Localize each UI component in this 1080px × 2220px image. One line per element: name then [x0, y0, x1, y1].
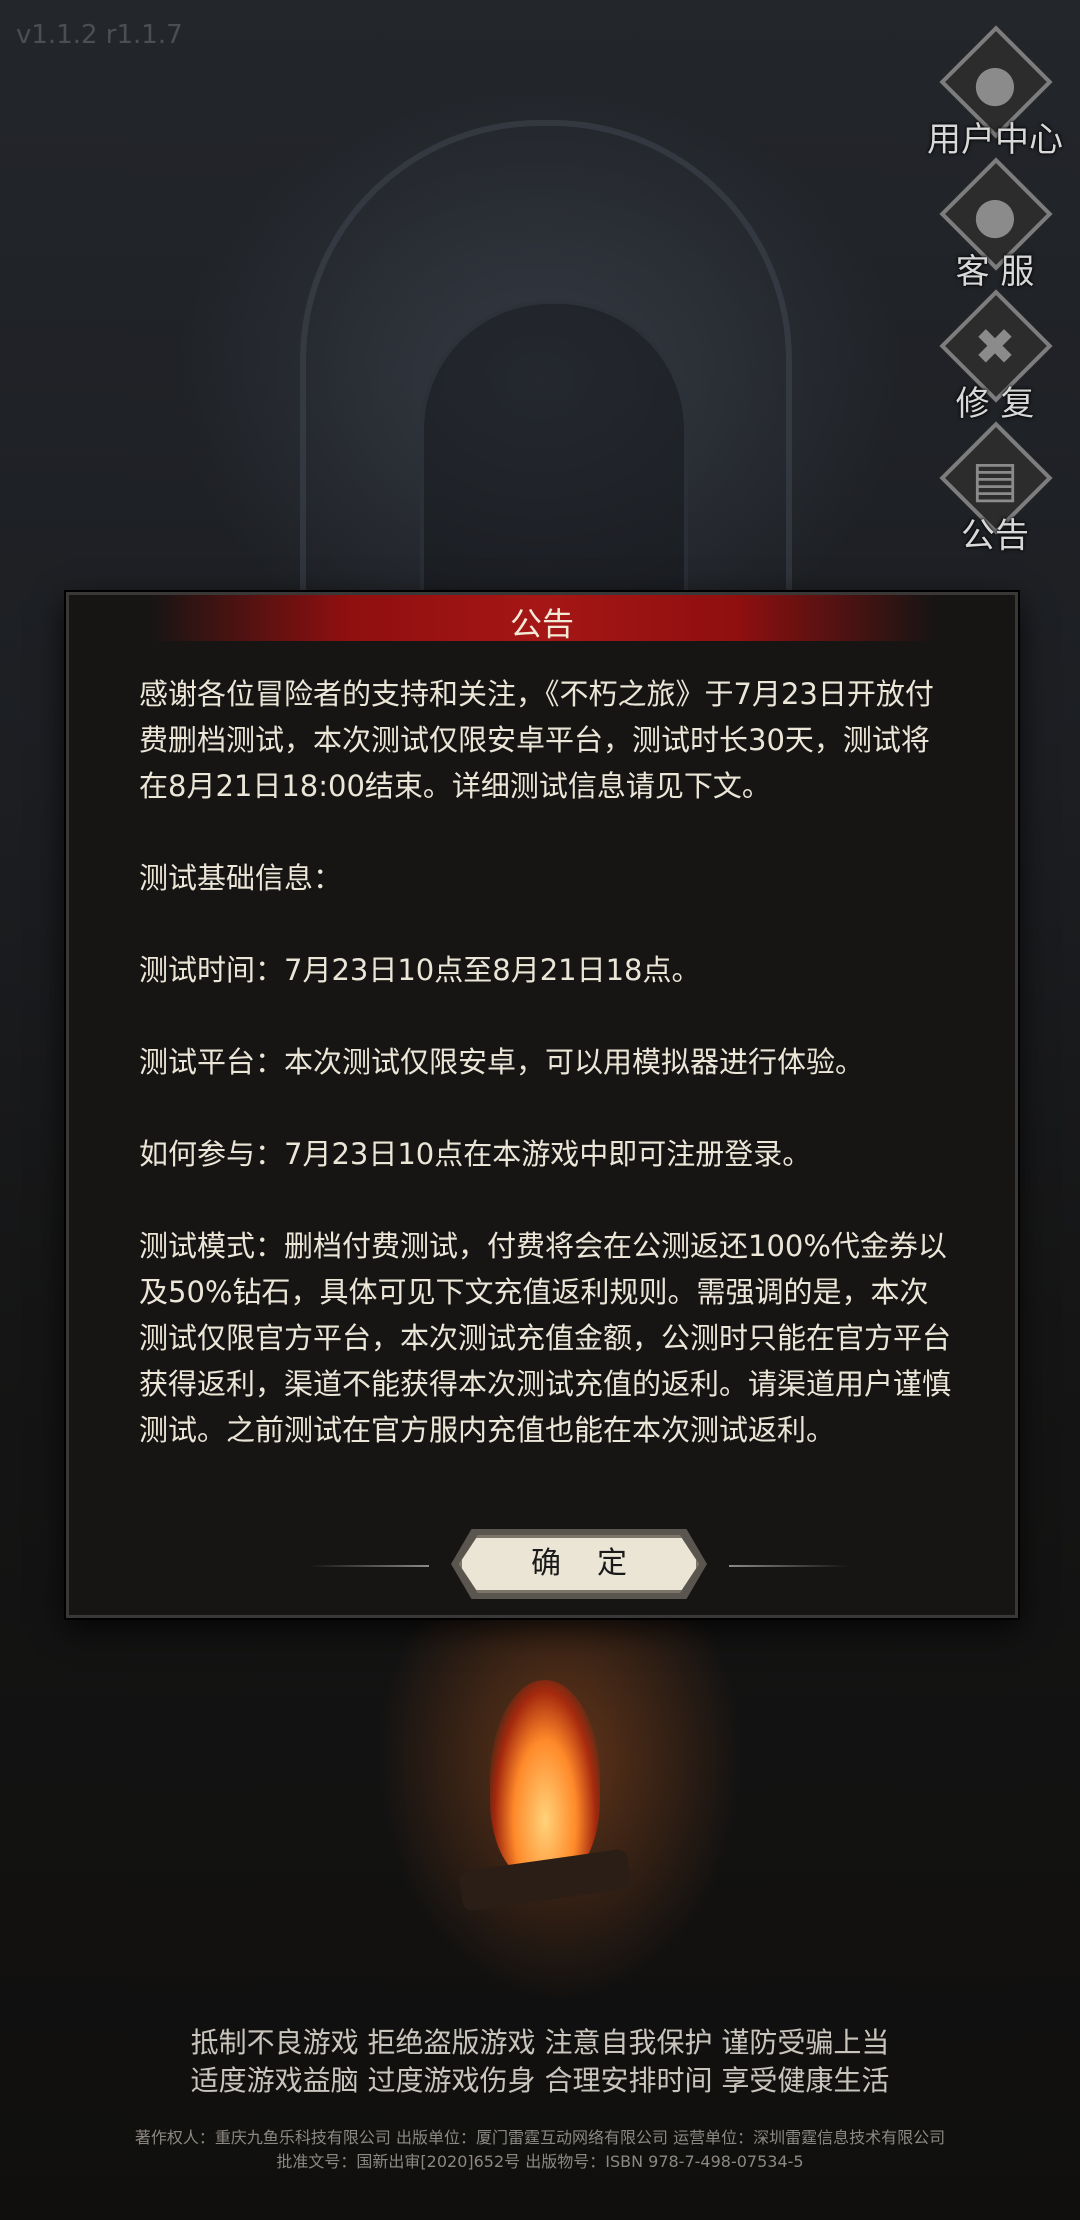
health-notice-line-2: 适度游戏益脑 过度游戏伤身 合理安排时间 享受健康生活 [190, 2064, 890, 2097]
user-center-button[interactable]: ● 用户中心 [920, 25, 1070, 160]
campfire-flame [490, 1680, 600, 1880]
health-notice: 抵制不良游戏 拒绝盗版游戏 注意自我保护 谨防受骗上当 适度游戏益脑 过度游戏伤… [0, 2024, 1080, 2100]
background-doorway [420, 300, 688, 604]
confirm-divider-right [729, 1565, 849, 1567]
announcement-dialog: 公告 感谢各位冒险者的支持和关注，《不朽之旅》于7月23日开放付费删档测试，本次… [66, 592, 1018, 1618]
announcement-intro: 感谢各位冒险者的支持和关注，《不朽之旅》于7月23日开放付费删档测试，本次测试仅… [139, 677, 934, 803]
credits-line-2: 批准文号：国新出审[2020]652号 出版物号：ISBN 978-7-498-… [276, 2152, 804, 2171]
announcement-test-time: 测试时间：7月23日10点至8月21日18点。 [139, 953, 701, 987]
side-menu: ● 用户中心 ● 客 服 ✖ 修 复 ▤ 公告 [920, 25, 1070, 556]
notice-icon: ▤ [971, 450, 1019, 508]
announcement-test-platform: 测试平台：本次测试仅限安卓，可以用模拟器进行体验。 [139, 1045, 865, 1079]
user-center-label: 用户中心 [927, 120, 1063, 160]
notice-button[interactable]: ▤ 公告 [920, 421, 1070, 556]
publishing-credits: 著作权人：重庆九鱼乐科技有限公司 出版单位：厦门雷霆互动网络有限公司 运营单位：… [0, 2126, 1080, 2174]
customer-service-icon: ● [973, 186, 1017, 244]
announcement-section-title: 测试基础信息： [139, 861, 343, 895]
customer-service-button[interactable]: ● 客 服 [920, 157, 1070, 292]
confirm-button[interactable]: 确定 [459, 1535, 699, 1593]
confirm-divider-left [309, 1565, 429, 1567]
dialog-header: 公告 [149, 595, 935, 643]
announcement-test-mode: 测试模式：删档付费测试，付费将会在公测返还100%代金券以及50%钻石，具体可见… [139, 1229, 952, 1447]
confirm-row: 确定 [309, 1529, 849, 1599]
announcement-content: 感谢各位冒险者的支持和关注，《不朽之旅》于7月23日开放付费删档测试，本次测试仅… [139, 671, 951, 1453]
repair-button[interactable]: ✖ 修 复 [920, 289, 1070, 424]
health-notice-line-1: 抵制不良游戏 拒绝盗版游戏 注意自我保护 谨防受骗上当 [190, 2026, 890, 2059]
announcement-how-to-join: 如何参与：7月23日10点在本游戏中即可注册登录。 [139, 1137, 812, 1171]
version-label: v1.1.2 r1.1.7 [16, 20, 183, 50]
repair-icon: ✖ [974, 318, 1016, 376]
notice-label: 公告 [961, 516, 1029, 556]
user-center-icon: ● [973, 54, 1017, 112]
customer-service-label: 客 服 [955, 252, 1035, 292]
credits-line-1: 著作权人：重庆九鱼乐科技有限公司 出版单位：厦门雷霆互动网络有限公司 运营单位：… [134, 2128, 946, 2147]
dialog-title: 公告 [509, 605, 574, 643]
repair-label: 修 复 [955, 384, 1035, 424]
